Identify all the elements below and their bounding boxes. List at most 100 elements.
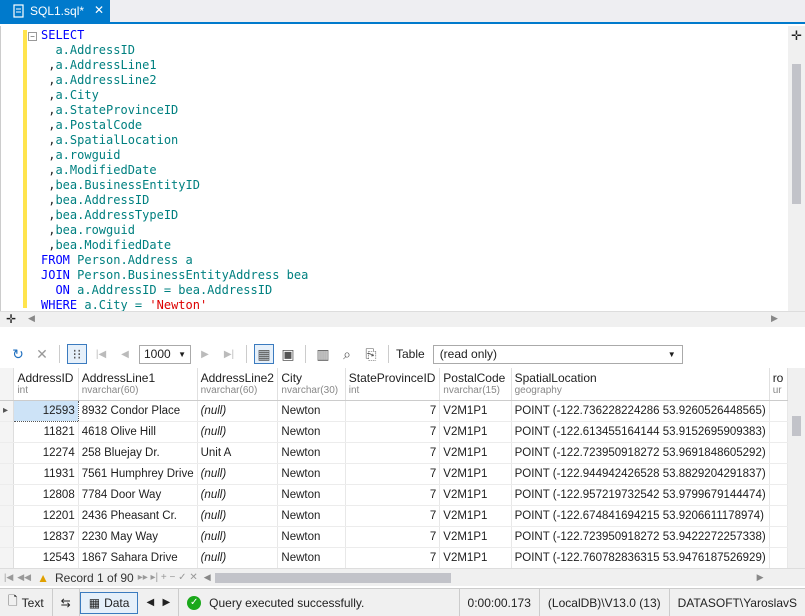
grid-cell[interactable]: POINT (-122.944942426528 53.882920429183… bbox=[511, 463, 770, 485]
column-header-addressline2[interactable]: AddressLine2 nvarchar(60) bbox=[197, 368, 279, 401]
grid-cell[interactable]: Newton bbox=[277, 484, 346, 506]
column-header-city[interactable]: City nvarchar(30) bbox=[277, 368, 346, 401]
grid-cell[interactable]: POINT (-122.723950918272 53.969184860529… bbox=[511, 442, 770, 464]
hscroll-right-icon[interactable]: ▶ bbox=[757, 572, 764, 583]
tab-sql1[interactable]: SQL1.sql* ✕ bbox=[0, 0, 110, 22]
grid-view-icon[interactable]: ▦ bbox=[254, 344, 274, 364]
table-row[interactable]: 11931 7561 Humphrey Drive (null) Newton 7 V2M… bbox=[0, 463, 788, 485]
code-line[interactable]: ,a.AddressLine1 bbox=[41, 58, 308, 73]
table-row[interactable]: 12543 1867 Sahara Drive (null) Newton 7 V2M1P… bbox=[0, 547, 788, 568]
next-page-icon[interactable]: ▶ bbox=[195, 344, 215, 364]
row-indicator[interactable] bbox=[0, 547, 15, 568]
grid-cell[interactable]: V2M1P1 bbox=[439, 547, 512, 568]
grid-cell-overflow[interactable] bbox=[769, 421, 788, 443]
grid-cell[interactable]: 12201 bbox=[13, 505, 79, 527]
code-line[interactable]: ON a.AddressID = bea.AddressID bbox=[41, 283, 308, 298]
close-tab-icon[interactable]: ✕ bbox=[94, 3, 104, 17]
grid-cell[interactable]: POINT (-122.723950918272 53.942227225733… bbox=[511, 526, 770, 548]
split-horizontal-icon[interactable]: ✛ bbox=[6, 312, 16, 326]
grid-cell[interactable]: 2230 May Way bbox=[78, 526, 198, 548]
grid-cell[interactable]: POINT (-122.736228224286 53.926052644856… bbox=[511, 400, 770, 422]
text-view-tab[interactable]: 🗋 Text bbox=[0, 589, 53, 616]
sql-editor[interactable]: − SELECT a.AddressID ,a.AddressLine1 ,a.… bbox=[0, 26, 805, 313]
code-line[interactable]: ,a.ModifiedDate bbox=[41, 163, 308, 178]
data-view-tab[interactable]: ▦ Data bbox=[79, 591, 139, 614]
grid-cell[interactable]: 4618 Olive Hill bbox=[78, 421, 198, 443]
grid-cell[interactable]: (null) bbox=[197, 484, 279, 506]
column-header-addressline1[interactable]: AddressLine1 nvarchar(60) bbox=[78, 368, 198, 401]
grid-cell[interactable]: 7 bbox=[345, 484, 441, 506]
code-line[interactable]: JOIN Person.BusinessEntityAddress bea bbox=[41, 268, 308, 283]
code-line[interactable]: ,a.City bbox=[41, 88, 308, 103]
grid-cell[interactable]: 12274 bbox=[13, 442, 79, 464]
table-row[interactable]: 12274 258 Bluejay Dr. Unit A Newton 7 V2M1P1 P… bbox=[0, 442, 788, 464]
grid-cell[interactable]: Newton bbox=[277, 463, 346, 485]
results-grid[interactable]: AddressID int AddressLine1 nvarchar(60) Addr… bbox=[0, 368, 788, 568]
columns-icon[interactable]: ▥ bbox=[313, 344, 333, 364]
last-page-icon[interactable]: ▶| bbox=[219, 344, 239, 364]
code-line[interactable]: ,bea.BusinessEntityID bbox=[41, 178, 308, 193]
grid-cell-overflow[interactable] bbox=[769, 526, 788, 548]
grid-cell[interactable]: 7 bbox=[345, 526, 441, 548]
code-line[interactable]: ,a.rowguid bbox=[41, 148, 308, 163]
code-line[interactable]: ,bea.ModifiedDate bbox=[41, 238, 308, 253]
grid-cell[interactable]: POINT (-122.957219732542 53.979967914447… bbox=[511, 484, 770, 506]
nav-first-icon[interactable]: |◀ bbox=[4, 572, 13, 583]
collapse-region-icon[interactable]: − bbox=[28, 32, 37, 41]
grid-cell-overflow[interactable] bbox=[769, 505, 788, 527]
grid-cell[interactable]: V2M1P1 bbox=[439, 526, 512, 548]
row-indicator[interactable] bbox=[0, 505, 15, 527]
sql-code[interactable]: SELECT a.AddressID ,a.AddressLine1 ,a.Ad… bbox=[41, 28, 308, 313]
table-row[interactable]: 11821 4618 Olive Hill (null) Newton 7 V2M1P1 P… bbox=[0, 421, 788, 443]
table-row[interactable]: ▸ 12593 8932 Condor Place (null) Newton 7 V2M1… bbox=[0, 399, 788, 422]
grid-cell[interactable]: Unit A bbox=[197, 442, 279, 464]
scroll-left-icon[interactable]: ◀ bbox=[28, 313, 35, 324]
row-indicator[interactable] bbox=[0, 526, 15, 548]
grid-cell[interactable]: 7 bbox=[345, 442, 441, 464]
grid-cell[interactable]: (null) bbox=[197, 505, 279, 527]
grid-cell[interactable]: 7 bbox=[345, 463, 441, 485]
grid-cell[interactable]: (null) bbox=[197, 400, 279, 422]
editor-horizontal-scrollbar[interactable]: ✛ ◀ ▶ bbox=[0, 311, 805, 327]
grid-cell[interactable]: 7 bbox=[345, 505, 441, 527]
grid-cell[interactable]: (null) bbox=[197, 547, 279, 568]
page-size-select[interactable]: 1000 ▼ bbox=[139, 344, 191, 364]
grid-cell[interactable]: V2M1P1 bbox=[439, 421, 512, 443]
nav-buttons-icon[interactable]: ▸▸ ▸| + − ✓ ✕ bbox=[138, 572, 198, 583]
column-header-postalcode[interactable]: PostalCode nvarchar(15) bbox=[439, 368, 512, 401]
row-indicator[interactable] bbox=[0, 442, 15, 464]
column-header-ro[interactable]: ro ur bbox=[769, 368, 788, 401]
grid-cell[interactable]: POINT (-122.613455164144 53.915269590938… bbox=[511, 421, 770, 443]
grid-cell[interactable]: 7561 Humphrey Drive bbox=[78, 463, 198, 485]
code-line[interactable]: ,bea.rowguid bbox=[41, 223, 308, 238]
grid-cell[interactable]: (null) bbox=[197, 421, 279, 443]
grid-cell[interactable]: 8932 Condor Place bbox=[78, 400, 198, 422]
row-indicator[interactable] bbox=[0, 463, 15, 485]
nav-arrows[interactable]: ◀ ▶ bbox=[138, 589, 180, 616]
grid-cell[interactable]: Newton bbox=[277, 421, 346, 443]
grid-cell-overflow[interactable] bbox=[769, 463, 788, 485]
grid-cell[interactable]: V2M1P1 bbox=[439, 463, 512, 485]
grid-cell[interactable]: V2M1P1 bbox=[439, 505, 512, 527]
grid-cell[interactable]: (null) bbox=[197, 463, 279, 485]
table-row[interactable]: 12201 2436 Pheasant Cr. (null) Newton 7 V2M1P… bbox=[0, 505, 788, 527]
grid-cell[interactable]: Newton bbox=[277, 442, 346, 464]
code-line[interactable]: ,bea.AddressTypeID bbox=[41, 208, 308, 223]
column-header-stateprovinceid[interactable]: StateProvinceID int bbox=[345, 368, 441, 401]
split-editor-icon[interactable]: ✛ bbox=[791, 28, 802, 44]
grid-cell-overflow[interactable] bbox=[769, 442, 788, 464]
grid-cell[interactable]: POINT (-122.674841694215 53.920661117897… bbox=[511, 505, 770, 527]
hscroll-left-icon[interactable]: ◀ bbox=[204, 572, 211, 583]
grid-cell[interactable]: POINT (-122.760782836315 53.947618752692… bbox=[511, 547, 770, 568]
fetch-all-icon[interactable]: ⁝⁝ bbox=[67, 344, 87, 364]
nav-prev-icon[interactable]: ◀◀ bbox=[17, 572, 31, 583]
grid-cell[interactable]: 12593 bbox=[13, 399, 79, 422]
grid-cell[interactable]: 7784 Door Way bbox=[78, 484, 198, 506]
grid-cell[interactable]: Newton bbox=[277, 526, 346, 548]
code-line[interactable]: ,a.PostalCode bbox=[41, 118, 308, 133]
row-indicator[interactable] bbox=[0, 484, 15, 506]
prev-page-icon[interactable]: ◀ bbox=[115, 344, 135, 364]
code-line[interactable]: ,bea.AddressID bbox=[41, 193, 308, 208]
grid-cell[interactable]: 1867 Sahara Drive bbox=[78, 547, 198, 568]
grid-cell[interactable]: V2M1P1 bbox=[439, 442, 512, 464]
